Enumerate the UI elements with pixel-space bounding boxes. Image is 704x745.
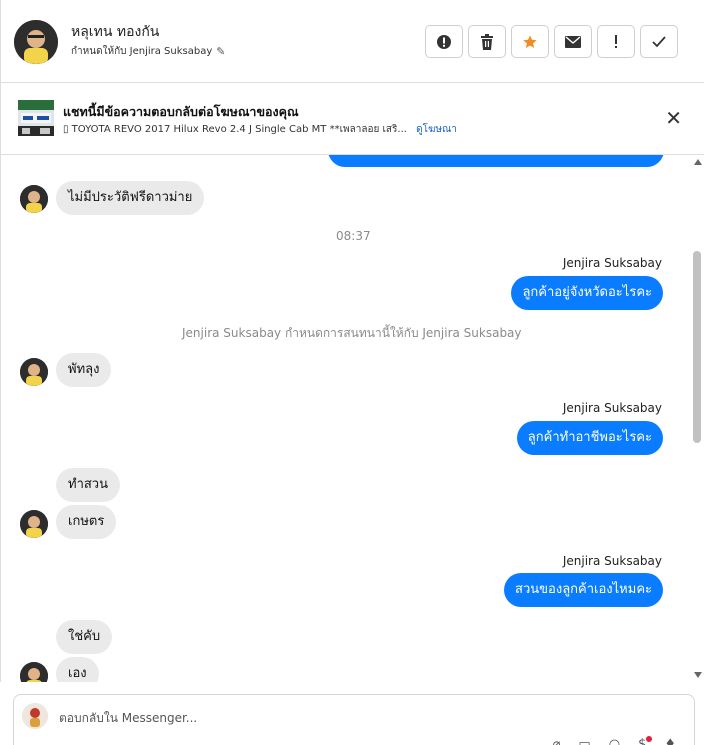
message-bubble-incoming[interactable]: เอง [56, 657, 99, 682]
alert-circle-icon [437, 34, 451, 49]
view-ad-link[interactable]: ดูโฆษณา [416, 124, 457, 135]
conversation-actions [425, 25, 678, 58]
message-bubble-outgoing-partial[interactable] [328, 155, 664, 167]
mark-unread-button[interactable] [554, 25, 592, 58]
reply-composer[interactable]: ตอบกลับใน Messenger... ⌀ ▭ ○ $ ♦ [13, 694, 695, 745]
reply-input[interactable]: ตอบกลับใน Messenger... [59, 709, 197, 728]
contact-avatar-small[interactable] [20, 358, 48, 386]
notification-dot [646, 736, 652, 742]
message-thread[interactable]: ไม่มีประวัติฟรีดาวม่าย 08:37 Jenjira Suk… [0, 155, 690, 682]
checkmark-icon [652, 35, 666, 47]
scroll-thumb[interactable] [693, 251, 701, 443]
ad-description-line: ▯ TOYOTA REVO 2017 Hilux Revo 2.4 J Sing… [63, 122, 457, 137]
envelope-icon [565, 35, 581, 48]
assignment-info[interactable]: กำหนดให้กับ Jenjira Suksabay ✎ [71, 44, 226, 59]
close-icon[interactable]: ✕ [665, 108, 682, 128]
message-bubble-outgoing[interactable]: ลูกค้าอยู่จังหวัดอะไรคะ [511, 276, 663, 310]
done-button[interactable] [640, 25, 678, 58]
timestamp: 08:37 [336, 229, 371, 243]
image-icon[interactable]: ▭ [578, 737, 590, 745]
delete-button[interactable] [468, 25, 506, 58]
sender-name: Jenjira Suksabay [562, 256, 662, 270]
ad-thumbnail[interactable] [18, 100, 54, 136]
contact-avatar[interactable] [14, 20, 58, 64]
scroll-down-arrow-icon[interactable] [694, 672, 702, 678]
attachment-icon[interactable]: ⌀ [553, 737, 561, 745]
page-avatar [22, 703, 48, 729]
message-bubble-incoming[interactable]: เกษตร [56, 505, 117, 539]
trash-icon [481, 33, 493, 50]
message-bubble-outgoing[interactable]: สวนของลูกค้าเองไหมคะ [504, 573, 663, 607]
ad-referral-banner: แชทนี้มีข้อความตอบกลับต่อโฆษณาของคุณ ▯ T… [0, 83, 704, 155]
composer-toolbar: ⌀ ▭ ○ $ ♦ [553, 737, 676, 745]
ad-title: แชทนี้มีข้อความตอบกลับต่อโฆษณาของคุณ [63, 104, 299, 119]
contact-avatar-small[interactable] [20, 662, 48, 682]
message-bubble-incoming[interactable]: ใช่คับ [56, 620, 113, 654]
system-message: Jenjira Suksabay กำหนดการสนทนานี้ให้กับ … [182, 326, 522, 340]
star-icon [523, 34, 537, 48]
sender-name: Jenjira Suksabay [562, 554, 662, 568]
thread-scrollbar[interactable] [690, 155, 704, 682]
exclamation-icon [615, 34, 617, 48]
message-bubble-incoming[interactable]: ทำสวน [56, 468, 120, 502]
star-button[interactable] [511, 25, 549, 58]
sender-name: Jenjira Suksabay [562, 401, 662, 415]
report-button[interactable] [425, 25, 463, 58]
assigned-label: กำหนดให้กับ Jenjira Suksabay [71, 46, 213, 57]
pencil-icon[interactable]: ✎ [216, 45, 225, 58]
spam-button[interactable] [597, 25, 635, 58]
emoji-icon[interactable]: ○ [609, 737, 620, 745]
contact-name[interactable]: หลุเทน ทองกัน [71, 21, 159, 43]
contact-avatar-small[interactable] [20, 510, 48, 538]
message-bubble-incoming[interactable]: พัทลุง [56, 353, 112, 387]
ad-description: ▯ TOYOTA REVO 2017 Hilux Revo 2.4 J Sing… [63, 124, 407, 135]
message-bubble-incoming[interactable]: ไม่มีประวัติฟรีดาวม่าย [56, 181, 205, 215]
scroll-up-arrow-icon[interactable] [694, 159, 702, 165]
contact-avatar-small[interactable] [20, 185, 48, 213]
thumbs-up-icon[interactable]: ♦ [664, 737, 676, 745]
conversation-header: หลุเทน ทองกัน กำหนดให้กับ Jenjira Suksab… [0, 0, 704, 83]
message-bubble-outgoing[interactable]: ลูกค้าทำอาชีพอะไรคะ [516, 421, 663, 455]
